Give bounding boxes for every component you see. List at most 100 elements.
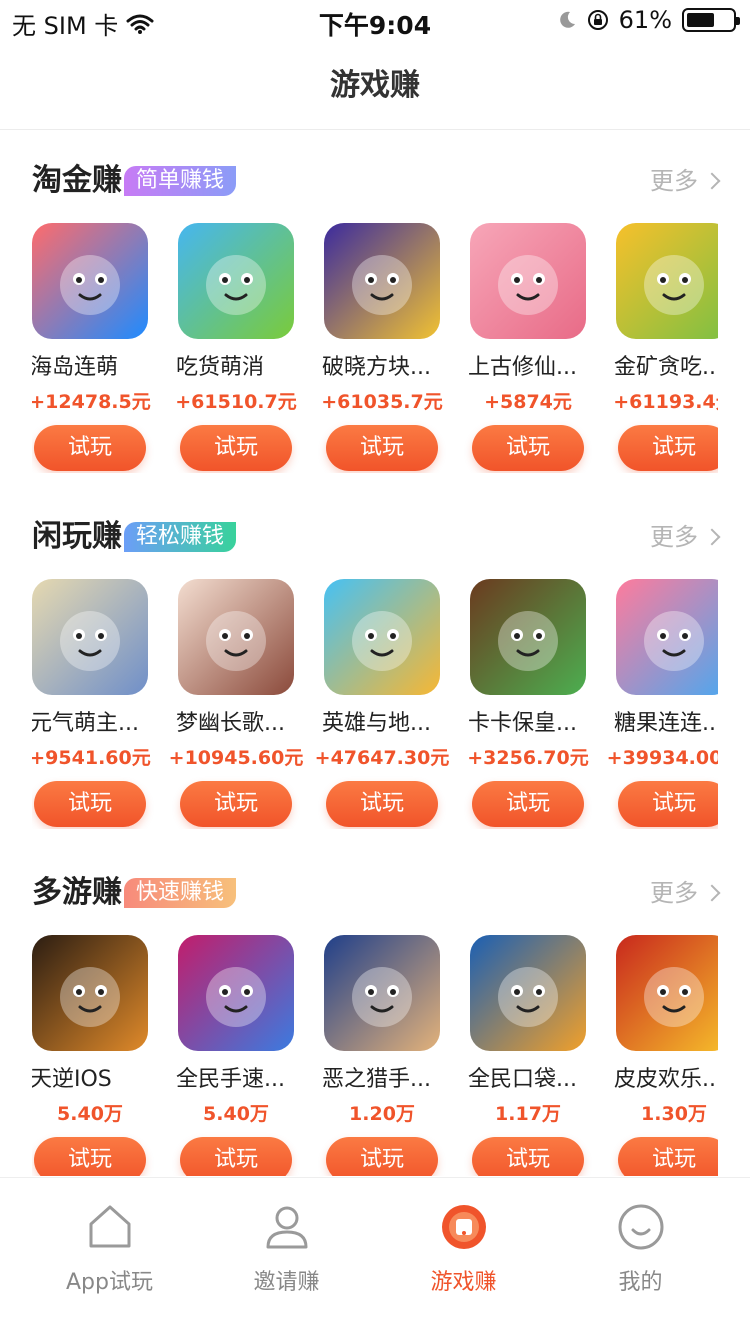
try-play-button[interactable]: 试玩 xyxy=(472,781,584,827)
try-play-button[interactable]: 试玩 xyxy=(472,1137,584,1176)
game-card[interactable]: 英雄与地... +47647.30元试玩 xyxy=(315,579,449,829)
game-list[interactable]: 天逆IOS 5.40万 试玩 全民手速... 5.40万 试玩 恶之猎手... … xyxy=(32,935,718,1176)
game-reward: +39934.00元 xyxy=(606,747,718,769)
game-section: 闲玩赚 轻松赚钱 更多 元气萌主... +9541.60元 试玩 梦幽长歌...… xyxy=(0,487,750,827)
game-reward: +5874元 xyxy=(484,391,572,413)
game-icon[interactable] xyxy=(616,935,718,1051)
chevron-right-icon xyxy=(703,528,721,546)
battery-icon xyxy=(682,8,740,32)
game-name: 破晓方块... xyxy=(322,355,431,380)
section-tag: 轻松赚钱 xyxy=(124,522,237,552)
game-artwork xyxy=(324,579,440,695)
game-card[interactable]: 全民口袋... 1.17万试玩 xyxy=(468,935,586,1176)
try-play-button[interactable]: 试玩 xyxy=(618,425,718,471)
profile-icon xyxy=(616,1202,666,1252)
game-icon[interactable] xyxy=(178,223,294,339)
game-reward: 5.40万 xyxy=(57,1103,123,1125)
try-play-button[interactable]: 试玩 xyxy=(326,781,438,827)
home-icon xyxy=(85,1202,135,1252)
game-card[interactable]: 元气萌主... +9541.60元 试玩 xyxy=(32,579,151,829)
tab-label: 邀请赚 xyxy=(253,1270,320,1295)
tab-label: App试玩 xyxy=(66,1270,153,1295)
game-icon[interactable] xyxy=(470,935,586,1051)
tab-home[interactable]: App试玩 xyxy=(16,1178,203,1335)
try-play-button[interactable]: 试玩 xyxy=(472,425,584,471)
game-artwork xyxy=(32,935,148,1051)
game-card[interactable]: 金矿贪吃... +61193.4元试玩 xyxy=(613,223,718,473)
game-card[interactable]: 破晓方块... +61035.7元试玩 xyxy=(321,223,443,473)
try-play-button[interactable]: 试玩 xyxy=(34,425,146,471)
game-artwork xyxy=(178,579,294,695)
game-section: 淘金赚 简单赚钱 更多 海岛连萌 +12478.5元 试玩 吃货萌消 +6151… xyxy=(0,131,750,471)
section-tag: 简单赚钱 xyxy=(124,166,237,196)
game-list[interactable]: 元气萌主... +9541.60元 试玩 梦幽长歌... +10945.60元 试玩 xyxy=(32,579,718,829)
game-icon[interactable] xyxy=(470,223,586,339)
try-play-button[interactable]: 试玩 xyxy=(180,1137,292,1176)
game-card[interactable]: 上古修仙... +5874元试玩 xyxy=(468,223,586,473)
section-header: 多游赚 快速赚钱 更多 xyxy=(32,873,721,913)
game-card[interactable]: 糖果连连... +39934.00元试玩 xyxy=(607,579,718,829)
try-play-button[interactable]: 试玩 xyxy=(618,781,718,827)
game-icon[interactable] xyxy=(324,935,440,1051)
more-link[interactable]: 更多 xyxy=(650,161,721,201)
game-artwork xyxy=(32,223,148,339)
game-name: 英雄与地... xyxy=(322,711,431,736)
status-bar: 无 SIM 卡 下午9:04 61% xyxy=(0,0,750,42)
game-reward: 1.17万 xyxy=(495,1103,561,1125)
game-reward: +12478.5元 xyxy=(32,391,151,413)
game-icon[interactable] xyxy=(178,935,294,1051)
tab-game[interactable]: 游戏赚 xyxy=(370,1178,557,1335)
game-card[interactable]: 卡卡保皇... +3256.70元 试玩 xyxy=(467,579,589,829)
game-reward: +9541.60元 xyxy=(32,747,151,769)
chevron-right-icon xyxy=(703,884,721,902)
game-name: 天逆IOS xyxy=(32,1067,112,1092)
section-title: 闲玩赚 xyxy=(32,519,122,554)
try-play-button[interactable]: 试玩 xyxy=(618,1137,718,1176)
game-list[interactable]: 海岛连萌 +12478.5元 试玩 吃货萌消 +61510.7元 试玩 破晓方块… xyxy=(32,223,718,473)
game-reward: +61510.7元 xyxy=(175,391,297,413)
game-card[interactable]: 海岛连萌 +12478.5元试玩 xyxy=(32,223,151,473)
game-icon[interactable] xyxy=(32,223,148,339)
game-artwork xyxy=(178,935,294,1051)
more-link[interactable]: 更多 xyxy=(650,873,721,913)
game-icon[interactable] xyxy=(32,935,148,1051)
game-sections[interactable]: 淘金赚 简单赚钱 更多 海岛连萌 +12478.5元 试玩 吃货萌消 +6151… xyxy=(0,131,750,1176)
tab-label: 我的 xyxy=(618,1270,663,1295)
game-name: 全民口袋... xyxy=(468,1067,577,1092)
more-label: 更多 xyxy=(650,167,698,195)
try-play-button[interactable]: 试玩 xyxy=(34,1137,146,1176)
game-card[interactable]: 天逆IOS 5.40万试玩 xyxy=(32,935,148,1176)
tab-profile[interactable]: 我的 xyxy=(547,1178,734,1335)
game-icon[interactable] xyxy=(616,579,718,695)
more-link[interactable]: 更多 xyxy=(650,517,721,557)
game-card[interactable]: 皮皮欢乐... 1.30万 试玩 xyxy=(614,935,718,1176)
try-play-button[interactable]: 试玩 xyxy=(180,781,292,827)
game-icon[interactable] xyxy=(324,579,440,695)
try-play-button[interactable]: 试玩 xyxy=(326,1137,438,1176)
game-name: 皮皮欢乐... xyxy=(614,1067,718,1092)
game-reward: +47647.30元 xyxy=(314,747,450,769)
game-icon[interactable] xyxy=(470,579,586,695)
game-artwork xyxy=(470,579,586,695)
game-card[interactable]: 全民手速... 5.40万 试玩 xyxy=(176,935,294,1176)
game-card[interactable]: 吃货萌消 +61510.7元 试玩 xyxy=(175,223,297,473)
game-icon[interactable] xyxy=(178,579,294,695)
game-card[interactable]: 梦幽长歌... +10945.60元 试玩 xyxy=(169,579,303,829)
game-name: 糖果连连... xyxy=(614,711,718,736)
section-title: 多游赚 xyxy=(32,875,122,910)
game-card[interactable]: 恶之猎手... 1.20万试玩 xyxy=(322,935,440,1176)
section-header: 淘金赚 简单赚钱 更多 xyxy=(32,161,721,201)
game-name: 上古修仙... xyxy=(468,355,577,380)
try-play-button[interactable]: 试玩 xyxy=(326,425,438,471)
tab-user[interactable]: 邀请赚 xyxy=(193,1178,380,1335)
game-reward: 1.20万 xyxy=(349,1103,415,1125)
game-name: 海岛连萌 xyxy=(32,355,119,380)
game-reward: +61035.7元 xyxy=(321,391,443,413)
game-icon[interactable] xyxy=(32,579,148,695)
try-play-button[interactable]: 试玩 xyxy=(180,425,292,471)
game-icon[interactable] xyxy=(324,223,440,339)
try-play-button[interactable]: 试玩 xyxy=(34,781,146,827)
game-name: 恶之猎手... xyxy=(322,1067,431,1092)
game-icon[interactable] xyxy=(616,223,718,339)
game-reward: 5.40万 xyxy=(203,1103,269,1125)
